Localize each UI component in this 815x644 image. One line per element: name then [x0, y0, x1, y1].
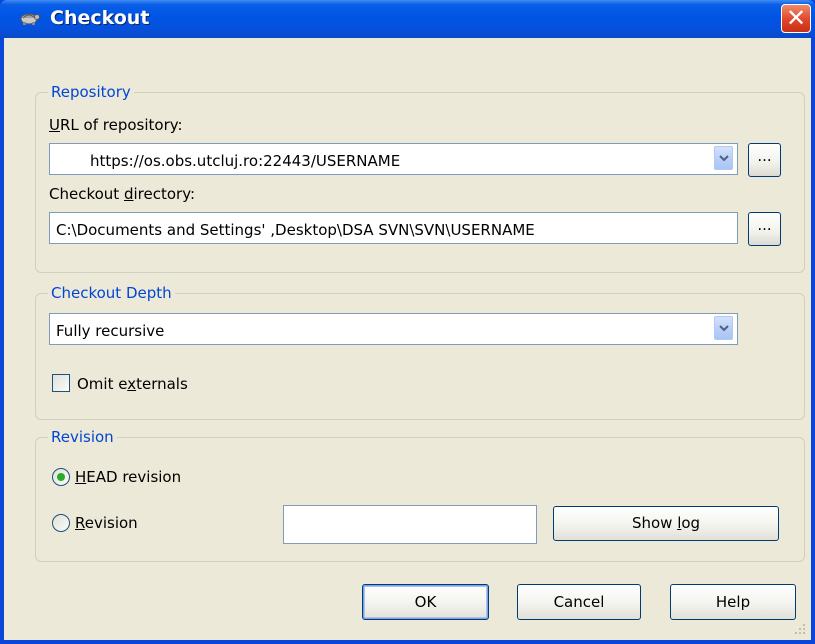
chevron-down-icon — [719, 325, 729, 332]
depth-value: Fully recursive — [56, 322, 165, 340]
show-log-button[interactable]: Show log — [553, 506, 779, 541]
revision-radio[interactable] — [52, 514, 70, 532]
ok-button[interactable]: OK — [362, 584, 489, 620]
checkout-directory-label: Checkout directory: — [49, 185, 196, 203]
checkout-directory-input[interactable]: C:\Documents and Settings' ,Desktop\DSA … — [49, 212, 738, 244]
tortoise-icon — [20, 13, 40, 25]
title-bar[interactable]: Checkout ✕ — [0, 0, 815, 38]
omit-externals-label[interactable]: Omit externals — [77, 375, 188, 393]
close-button[interactable]: ✕ — [781, 4, 811, 33]
revision-group-label: Revision — [48, 428, 117, 446]
head-revision-label[interactable]: HEAD revision — [75, 468, 181, 486]
radio-selected-dot — [57, 473, 65, 481]
url-combobox[interactable]: https://os.obs.utcluj.ro:22443/USERNAME — [49, 143, 738, 175]
depth-dropdown-button[interactable] — [714, 316, 733, 340]
close-icon: ✕ — [785, 4, 807, 32]
resize-grip-icon[interactable] — [793, 622, 807, 636]
url-label: URL of repository: — [49, 116, 183, 134]
depth-combobox[interactable]: Fully recursive — [49, 313, 738, 345]
url-browse-button[interactable]: ... — [748, 143, 781, 177]
repository-group-label: Repository — [48, 83, 134, 101]
revision-number-input[interactable] — [283, 505, 537, 544]
dialog-client-area: Repository URL of repository: https://os… — [4, 38, 811, 640]
directory-browse-button[interactable]: ... — [748, 212, 781, 246]
checkout-dialog: Checkout ✕ Repository URL of repository:… — [0, 0, 815, 644]
checkout-directory-value: C:\Documents and Settings' ,Desktop\DSA … — [56, 221, 535, 239]
url-value: https://os.obs.utcluj.ro:22443/USERNAME — [90, 152, 401, 170]
revision-label[interactable]: Revision — [75, 514, 138, 532]
head-revision-radio[interactable] — [52, 468, 70, 486]
chevron-down-icon — [719, 155, 729, 162]
help-button[interactable]: Help — [670, 584, 796, 620]
cancel-button[interactable]: Cancel — [517, 584, 641, 620]
omit-externals-checkbox[interactable] — [52, 374, 70, 392]
window-title: Checkout — [50, 7, 150, 29]
checkout-depth-group-label: Checkout Depth — [48, 284, 175, 302]
url-dropdown-button[interactable] — [714, 146, 733, 170]
